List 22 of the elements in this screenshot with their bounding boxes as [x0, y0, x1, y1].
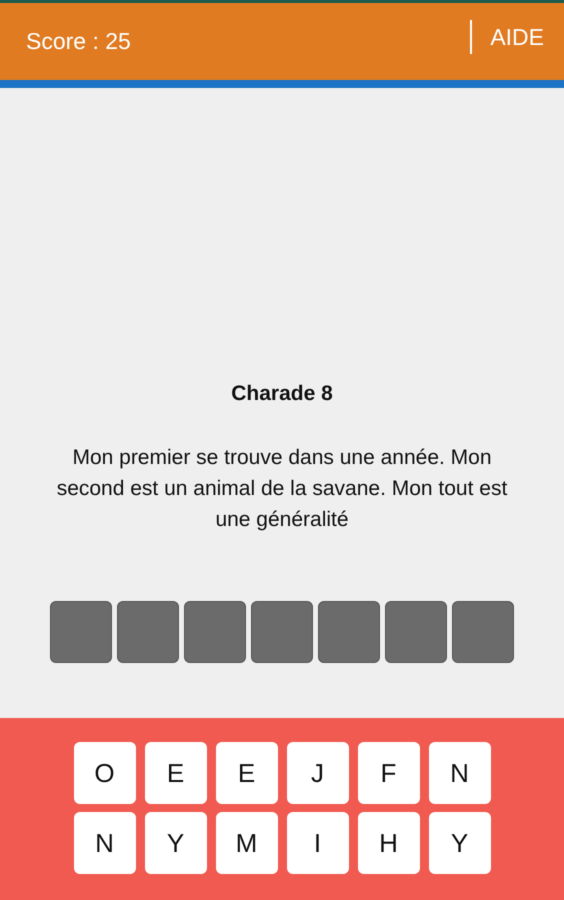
letter-key[interactable]: I — [286, 812, 348, 874]
letter-key[interactable]: J — [286, 742, 348, 804]
letter-key[interactable]: O — [74, 742, 136, 804]
answer-slot[interactable] — [184, 601, 246, 664]
answer-slot[interactable] — [318, 601, 380, 664]
answer-slot[interactable] — [251, 601, 313, 664]
answer-slot[interactable] — [117, 601, 179, 664]
letter-key[interactable]: M — [216, 812, 278, 874]
answer-slot[interactable] — [385, 601, 447, 664]
answer-slot[interactable] — [50, 601, 112, 664]
letter-key[interactable]: Y — [428, 812, 490, 874]
answer-slot[interactable] — [452, 601, 514, 664]
letter-key[interactable]: Y — [144, 812, 206, 874]
letter-key[interactable]: E — [144, 742, 206, 804]
letter-key[interactable]: H — [358, 812, 420, 874]
letter-key[interactable]: N — [428, 742, 490, 804]
letter-key[interactable]: N — [74, 812, 136, 874]
letter-key[interactable]: F — [358, 742, 420, 804]
letter-key[interactable]: E — [216, 742, 278, 804]
score-label: Score : 25 — [26, 27, 131, 56]
puzzle-text: Mon premier se trouve dans une année. Mon second est un animal de la savane. Mon tout est une généralité — [56, 445, 508, 534]
puzzle-title: Charade 8 — [231, 381, 333, 406]
